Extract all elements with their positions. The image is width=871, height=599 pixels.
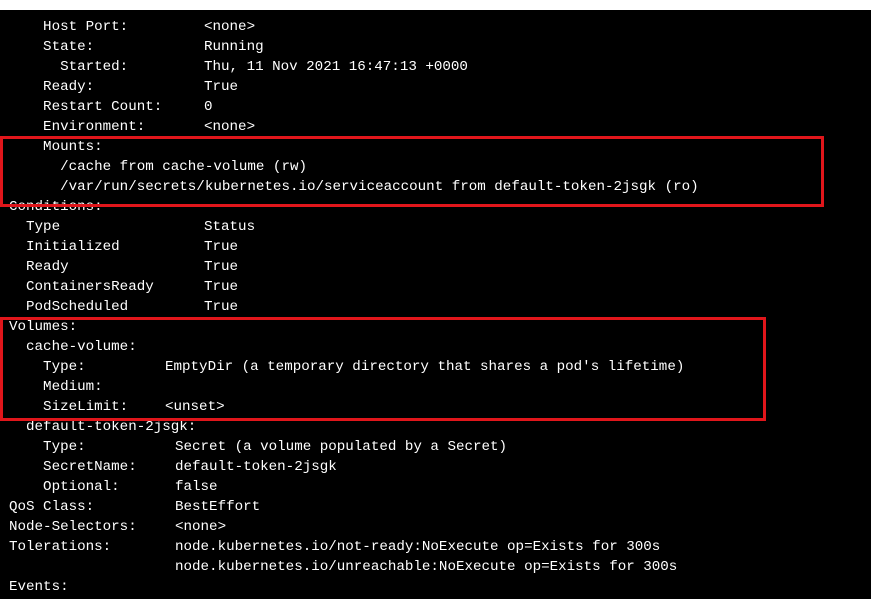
line-value: BestEffort	[175, 499, 261, 515]
line-value: True	[204, 239, 239, 255]
line-value: True	[204, 279, 239, 295]
line-value: default-token-2jsgk	[175, 459, 337, 475]
line-label: Type	[9, 219, 61, 235]
line-label: Restart Count:	[9, 99, 163, 115]
line-label: Optional:	[9, 479, 120, 495]
line-value: <none>	[204, 119, 256, 135]
line-label: Environment:	[9, 119, 146, 135]
line-label: cache-volume:	[9, 339, 137, 355]
line-label: Ready:	[9, 79, 95, 95]
line-value: True	[204, 299, 239, 315]
line-label: Started:	[9, 59, 129, 75]
line-label: Conditions:	[9, 199, 103, 215]
line-value: Running	[204, 39, 264, 55]
line-value: Thu, 11 Nov 2021 16:47:13 +0000	[204, 59, 468, 75]
line-label: Type:	[9, 439, 86, 455]
line-value: node.kubernetes.io/not-ready:NoExecute o…	[175, 539, 661, 555]
line-value: True	[204, 79, 239, 95]
line-label: Tolerations:	[9, 539, 112, 555]
line-value: false	[175, 479, 218, 495]
line-label: QoS Class:	[9, 499, 95, 515]
line-value: 0	[204, 99, 213, 115]
line-label: Mounts:	[9, 139, 103, 155]
line-value: True	[204, 259, 239, 275]
line-label: Host Port:	[9, 19, 129, 35]
line-value: EmptyDir (a temporary directory that sha…	[165, 359, 685, 375]
line-value: <none>	[204, 19, 256, 35]
line-label: /var/run/secrets/kubernetes.io/serviceac…	[9, 179, 699, 195]
line-value: Secret (a volume populated by a Secret)	[175, 439, 508, 455]
line-label: Type:	[9, 359, 86, 375]
line-label: SecretName:	[9, 459, 137, 475]
line-label: /cache from cache-volume (rw)	[9, 159, 307, 175]
line-label: Events:	[9, 579, 69, 595]
line-value: Status	[204, 219, 256, 235]
line-label: Initialized	[9, 239, 120, 255]
line-label: Ready	[9, 259, 69, 275]
line-value: <unset>	[165, 399, 225, 415]
line-label: ContainersReady	[9, 279, 154, 295]
line-label: SizeLimit:	[9, 399, 129, 415]
line-label: Medium:	[9, 379, 103, 395]
line-label: default-token-2jsgk:	[9, 419, 197, 435]
line-label: State:	[9, 39, 95, 55]
line-label: Node-Selectors:	[9, 519, 137, 535]
terminal-output[interactable]: Host Port: <none> State: Running Started…	[0, 10, 871, 599]
line-label: PodScheduled	[9, 299, 129, 315]
line-value: node.kubernetes.io/unreachable:NoExecute…	[175, 559, 678, 575]
line-value: <none>	[175, 519, 227, 535]
line-label: Volumes:	[9, 319, 78, 335]
